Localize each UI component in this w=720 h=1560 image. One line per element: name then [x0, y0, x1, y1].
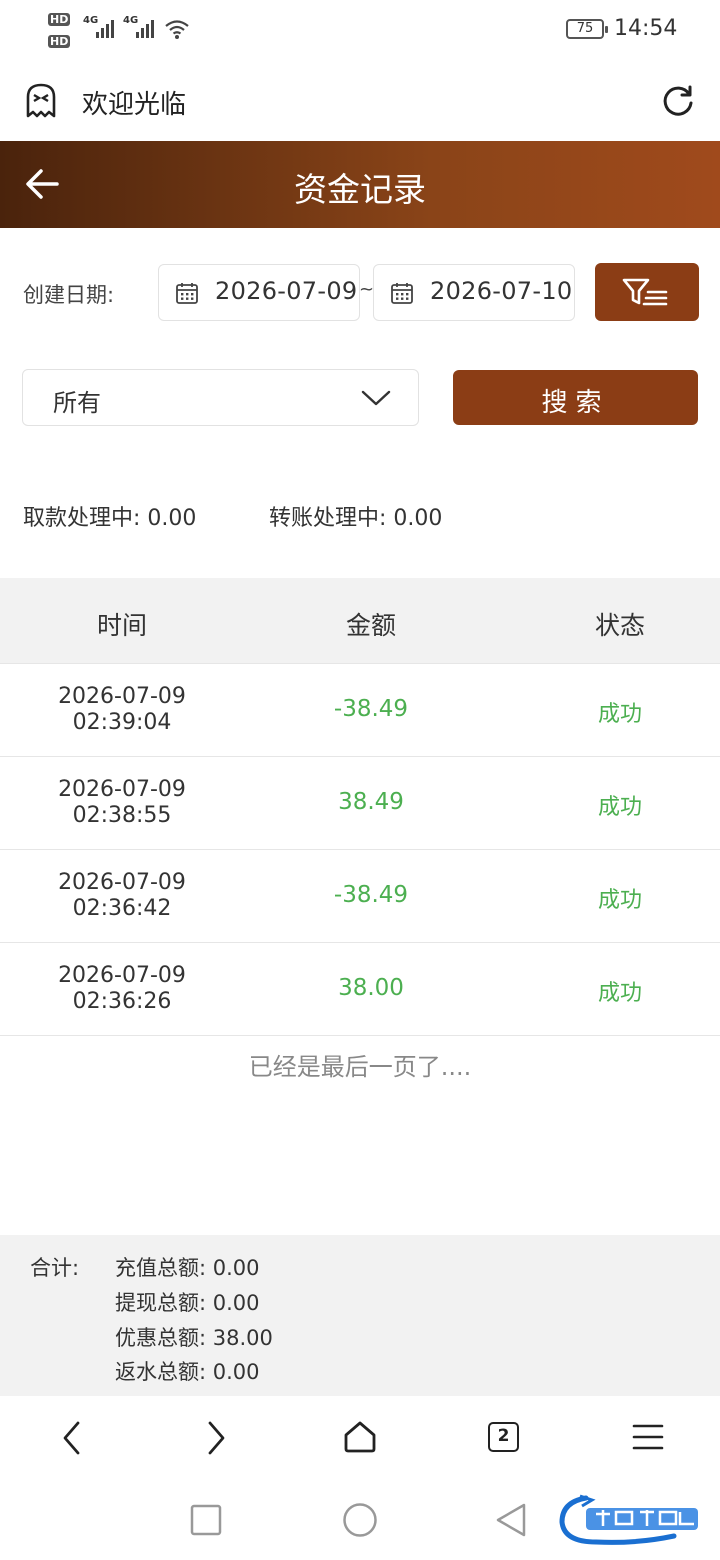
cell-status: 成功 [597, 795, 642, 820]
withdraw-pending-label: 取款处理中: [23, 506, 141, 531]
cell-time-text: 02:39:04 [72, 710, 172, 735]
cell-time: 2026-07-09 02:38:55 [2, 777, 242, 829]
withdraw-pending-value: 0.00 [147, 506, 197, 531]
hd-badge-2: HD [48, 35, 71, 48]
transfer-pending: 转账处理中: 0.00 [269, 500, 442, 532]
browser-forward-icon[interactable] [204, 1420, 228, 1456]
transfer-pending-label: 转账处理中: [269, 506, 387, 531]
search-button-label: 搜索 [541, 388, 610, 418]
calendar-icon [176, 283, 198, 304]
totals-label: 合计: [30, 1256, 80, 1280]
date-separator: ~ [359, 279, 375, 300]
clock: 14:54 [614, 16, 678, 41]
cell-date-text: 2026-07-09 [58, 963, 186, 988]
column-header-amount: 金额 [345, 611, 396, 640]
cell-time: 2026-07-09 02:39:04 [2, 684, 242, 736]
calendar-icon [391, 283, 413, 304]
cell-amount: -38.49 [333, 696, 409, 722]
cell-time-text: 02:36:42 [72, 896, 172, 921]
battery-indicator: 75 [566, 19, 608, 39]
signal-icon [96, 20, 114, 38]
date-label: 创建日期: [23, 283, 115, 307]
back-triangle-icon[interactable] [494, 1502, 528, 1538]
cell-date-text: 2026-07-09 [58, 684, 186, 709]
cell-date-text: 2026-07-09 [58, 870, 186, 895]
total-withdraw-label: 提现总额: [115, 1291, 207, 1315]
table-header: 时间 金额 状态 [0, 578, 720, 664]
cell-status: 成功 [597, 888, 642, 913]
table-row[interactable]: 2026-07-09 02:36:26 38.00 成功 [0, 943, 720, 1036]
type-select-value: 所有 [53, 389, 101, 417]
total-bonus-value: 38.00 [212, 1326, 273, 1350]
tabs-icon[interactable]: 2 [488, 1422, 519, 1452]
cell-amount: 38.49 [338, 789, 404, 815]
recents-icon[interactable] [190, 1504, 222, 1536]
cell-date-text: 2026-07-09 [58, 777, 186, 802]
search-button[interactable]: 搜索 [453, 370, 698, 425]
total-deposit-value: 0.00 [212, 1256, 260, 1280]
end-date-picker[interactable]: 2026-07-10 [373, 264, 575, 321]
home-circle-icon[interactable] [342, 1502, 378, 1538]
cell-time: 2026-07-09 02:36:42 [2, 870, 242, 922]
total-deposit-label: 充值总额: [115, 1256, 207, 1280]
totals-panel: 合计: 充值总额: 0.00 提现总额: 0.00 优惠总额: 38.00 返水… [0, 1235, 720, 1396]
end-date-value: 2026-07-10 [430, 277, 573, 305]
total-deposit: 充值总额: 0.00 [115, 1252, 260, 1282]
browser-nav-bar: 2 [0, 1396, 720, 1480]
type-select[interactable]: 所有 [22, 369, 419, 426]
cell-time: 2026-07-09 02:36:26 [2, 963, 242, 1015]
column-header-status: 状态 [594, 611, 645, 640]
column-header-time: 时间 [96, 611, 147, 640]
start-date-value: 2026-07-09 [215, 277, 358, 305]
status-bar: HD HD 4G 4G 75 14:54 [0, 0, 720, 62]
transfer-pending-value: 0.00 [393, 506, 443, 531]
filter-button[interactable] [595, 263, 699, 321]
wifi-icon [165, 20, 189, 39]
end-of-list-text: 已经是最后一页了.... [248, 1053, 472, 1081]
cell-status: 成功 [597, 702, 642, 727]
table-row[interactable]: 2026-07-09 02:39:04 -38.49 成功 [0, 664, 720, 757]
signal-icon-2 [136, 20, 154, 38]
start-date-picker[interactable]: 2026-07-09 [158, 264, 360, 321]
total-withdraw: 提现总额: 0.00 [115, 1287, 260, 1317]
cell-time-text: 02:38:55 [72, 803, 172, 828]
page-title: 资金记录 [294, 170, 426, 209]
refresh-icon[interactable] [661, 84, 695, 118]
total-bonus-label: 优惠总额: [115, 1326, 207, 1350]
title-bar: 资金记录 [0, 141, 720, 228]
app-title: 欢迎光临 [82, 90, 187, 120]
total-rebate: 返水总额: 0.00 [115, 1356, 260, 1386]
menu-icon[interactable] [632, 1422, 664, 1452]
table-row[interactable]: 2026-07-09 02:36:42 -38.49 成功 [0, 850, 720, 943]
table-row[interactable]: 2026-07-09 02:38:55 38.49 成功 [0, 757, 720, 850]
watermark-logo [559, 1494, 698, 1545]
app-bar: 欢迎光临 [0, 62, 720, 141]
chevron-down-icon [361, 390, 391, 406]
cell-amount: 38.00 [338, 975, 404, 1001]
withdraw-pending: 取款处理中: 0.00 [23, 500, 196, 532]
total-bonus: 优惠总额: 38.00 [115, 1322, 273, 1352]
cell-time-text: 02:36:26 [72, 989, 172, 1014]
cell-status: 成功 [597, 981, 642, 1006]
hd-badge-1: HD [48, 13, 71, 26]
filter-icon [622, 278, 668, 306]
total-rebate-value: 0.00 [212, 1360, 260, 1384]
total-withdraw-value: 0.00 [212, 1291, 260, 1315]
ghost-icon[interactable] [24, 82, 58, 118]
cell-amount: -38.49 [333, 882, 409, 908]
browser-back-icon[interactable] [60, 1420, 84, 1456]
home-icon[interactable] [342, 1420, 378, 1454]
total-rebate-label: 返水总额: [115, 1360, 207, 1384]
